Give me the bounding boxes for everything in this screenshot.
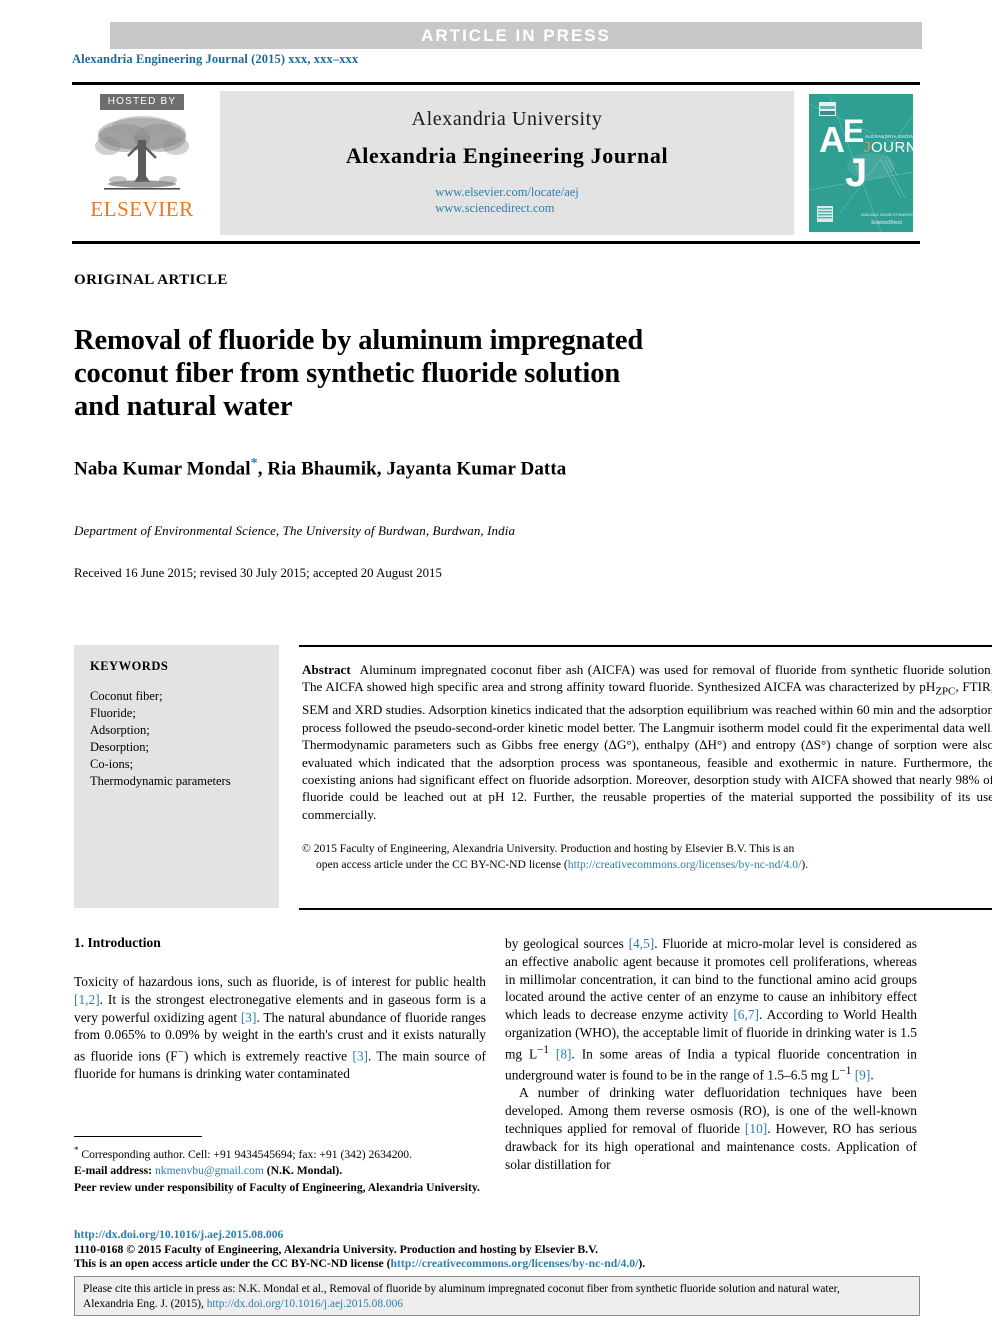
unit-superscript-1: −1	[537, 1043, 550, 1056]
elsevier-tree-icon	[88, 112, 196, 198]
cc-license-link[interactable]: http://creativecommons.org/licenses/by-n…	[391, 1257, 639, 1270]
article-type-label: ORIGINAL ARTICLE	[74, 272, 228, 288]
svg-text:ScienceDirect: ScienceDirect	[871, 220, 902, 226]
open-access-license-line: This is an open access article under the…	[74, 1257, 920, 1272]
citation-line-1: Please cite this article in press as: N.…	[83, 1283, 840, 1295]
hosted-by-badge: HOSTED BY	[99, 94, 185, 110]
citation-ref-6-7[interactable]: [6,7]	[733, 1007, 759, 1022]
sciencedirect-url[interactable]: www.sciencedirect.com	[435, 201, 579, 217]
body-column-right: by geological sources [4,5]. Fluoride at…	[505, 935, 917, 1173]
footnote-block: * Corresponding author. Cell: +91 943454…	[74, 1136, 486, 1196]
keyword-item: Co-ions;	[90, 757, 134, 771]
abstract-body-a: Aluminum impregnated coconut fiber ash (…	[302, 662, 992, 695]
citation-ref-4-5[interactable]: [4,5]	[629, 936, 655, 951]
footnote-rule	[74, 1136, 202, 1137]
abstract-subscript: ZPC	[935, 686, 956, 699]
intro-text-a: Toxicity of hazardous ions, such as fluo…	[74, 974, 486, 989]
issn-copyright-line: 1110-0168 © 2015 Faculty of Engineering,…	[74, 1242, 598, 1256]
right-text-a: by geological sources	[505, 936, 629, 951]
title-line-2: coconut fiber from synthetic fluoride so…	[74, 358, 621, 390]
email-owner: (N.K. Mondal).	[266, 1164, 343, 1178]
license-url-link[interactable]: http://creativecommons.org/licenses/by-n…	[568, 858, 802, 871]
affiliation: Department of Environmental Science, The…	[74, 523, 516, 538]
title-line-3: and natural water	[74, 391, 293, 423]
citation-ref-8[interactable]: [8]	[556, 1046, 572, 1061]
svg-text:AVAILABLE ONLINE AT WWW.SCIENC: AVAILABLE ONLINE AT WWW.SCIENCEDIRECT.CO…	[861, 213, 913, 217]
footnote-star-marker: *	[74, 1145, 79, 1155]
citation-journal: Alexandria Eng. J. (2015),	[83, 1297, 207, 1310]
keyword-item: Desorption;	[90, 740, 150, 754]
svg-text:A: A	[819, 119, 845, 160]
abstract-rule-top	[299, 645, 992, 647]
journal-cover-image: A E J ALEXANDRIA ENGINEERING JOURNAL	[809, 94, 913, 232]
citation-ref-10[interactable]: [10]	[745, 1121, 767, 1136]
elsevier-block: HOSTED BY ELSEVIER	[72, 91, 212, 235]
abstract-body-b: , FTIR, SEM and XRD studies. Adsorption …	[302, 679, 992, 822]
abstract-label: Abstract	[302, 662, 351, 677]
corresponding-author-text: Corresponding author. Cell: +91 94345456…	[81, 1147, 412, 1161]
university-name: Alexandria University	[411, 107, 603, 130]
citation-box: Please cite this article in press as: N.…	[74, 1276, 920, 1316]
intro-paragraph-right-2: A number of drinking water defluoridatio…	[505, 1084, 917, 1173]
corresponding-author-note: * Corresponding author. Cell: +91 943454…	[74, 1143, 486, 1162]
keywords-heading: KEYWORDS	[90, 659, 169, 673]
svg-text:JOURNAL: JOURNAL	[863, 139, 913, 156]
citation-ref-3b[interactable]: [3]	[352, 1049, 368, 1064]
article-history: Received 16 June 2015; revised 30 July 2…	[74, 566, 442, 580]
doi-link[interactable]: http://dx.doi.org/10.1016/j.aej.2015.08.…	[74, 1228, 920, 1243]
doi-license-block: http://dx.doi.org/10.1016/j.aej.2015.08.…	[74, 1228, 920, 1272]
intro-paragraph-left: Toxicity of hazardous ions, such as fluo…	[74, 973, 486, 1083]
title-line-1: Removal of fluoride by aluminum impregna…	[74, 325, 644, 357]
copyright-line-2: open access article under the CC BY-NC-N…	[302, 857, 992, 873]
journal-cover-block: A E J ALEXANDRIA ENGINEERING JOURNAL	[802, 91, 920, 235]
svg-text:J: J	[845, 151, 867, 195]
abstract-copyright: © 2015 Faculty of Engineering, Alexandri…	[302, 841, 992, 873]
keyword-item: Fluoride;	[90, 706, 136, 720]
svg-text:E: E	[843, 113, 864, 149]
journal-reference-line: Alexandria Engineering Journal (2015) xx…	[72, 52, 359, 66]
license-post: ).	[801, 858, 809, 871]
email-note: E-mail address: nkmenvbu@gmail.com (N.K.…	[74, 1163, 486, 1178]
keyword-item: Coconut fiber;	[90, 689, 163, 703]
journal-urls: www.elsevier.com/locate/aej www.scienced…	[435, 185, 579, 216]
keyword-item: Adsorption;	[90, 723, 150, 737]
journal-title-panel: Alexandria University Alexandria Enginee…	[220, 91, 794, 235]
elsevier-url[interactable]: www.elsevier.com/locate/aej	[435, 185, 579, 201]
masthead: HOSTED BY ELSEVIER Alexandria University…	[72, 82, 920, 244]
citation-ref-1-2[interactable]: [1,2]	[74, 992, 100, 1007]
journal-title: Alexandria Engineering Journal	[345, 142, 669, 168]
keywords-panel: KEYWORDS Coconut fiber; Fluoride; Adsorp…	[74, 645, 279, 908]
section-heading-introduction: 1. Introduction	[74, 935, 161, 950]
email-link[interactable]: nkmenvbu@gmail.com	[155, 1164, 264, 1177]
paper-page: ARTICLE IN PRESS Alexandria Engineering …	[0, 0, 992, 1323]
right-text-g: .	[870, 1067, 874, 1083]
elsevier-wordmark: ELSEVIER	[90, 197, 194, 221]
citation-doi-link[interactable]: http://dx.doi.org/10.1016/j.aej.2015.08.…	[207, 1298, 403, 1310]
email-label: E-mail address:	[74, 1164, 153, 1178]
peer-review-note: Peer review under responsibility of Facu…	[74, 1180, 480, 1194]
author-list: Naba Kumar Mondal*, Ria Bhaumik, Jayanta…	[74, 456, 834, 480]
license-pre: open access article under the CC BY-NC-N…	[316, 858, 568, 871]
citation-ref-3a[interactable]: [3]	[241, 1010, 257, 1025]
citation-line-2: Alexandria Eng. J. (2015), http://dx.doi…	[83, 1297, 911, 1312]
abstract-text: Abstract Aluminum impregnated coconut fi…	[302, 661, 992, 823]
article-in-press-banner: ARTICLE IN PRESS	[110, 22, 922, 49]
license-text-post: ).	[638, 1257, 646, 1271]
keyword-item: Thermodynamic parameters	[90, 774, 231, 788]
body-column-left: 1. Introduction Toxicity of hazardous io…	[74, 935, 486, 1083]
license-text-pre: This is an open access article under the…	[74, 1257, 391, 1271]
corresponding-author-marker[interactable]: *	[251, 456, 258, 471]
citation-ref-9[interactable]: [9]	[855, 1068, 871, 1083]
right-text-d	[549, 1046, 556, 1061]
abstract-rule-bottom	[299, 908, 992, 910]
author-rest: , Ria Bhaumik, Jayanta Kumar Datta	[257, 458, 567, 480]
keywords-list: Coconut fiber; Fluoride; Adsorption; Des…	[90, 688, 265, 790]
unit-superscript-2: −1	[839, 1065, 852, 1078]
page-title: Removal of fluoride by aluminum impregna…	[74, 324, 774, 423]
author-primary: Naba Kumar Mondal	[74, 458, 251, 480]
intro-paragraph-right-1: by geological sources [4,5]. Fluoride at…	[505, 935, 917, 1084]
copyright-line-1: © 2015 Faculty of Engineering, Alexandri…	[302, 842, 795, 855]
intro-text-d: ) which is extremely reactive	[183, 1048, 353, 1064]
